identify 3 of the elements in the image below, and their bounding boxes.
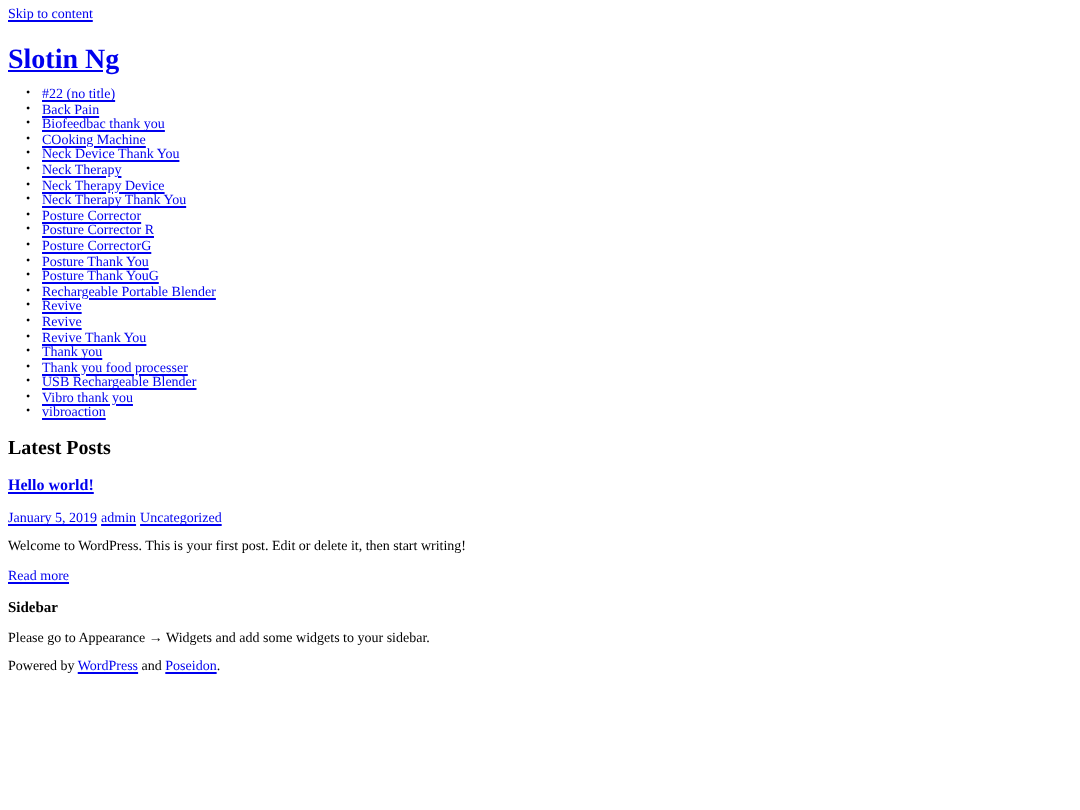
post-title-link[interactable]: Hello world! xyxy=(8,476,94,497)
latest-posts-heading: Latest Posts xyxy=(8,438,111,463)
site-title-link[interactable]: Slotin Ng xyxy=(8,46,120,78)
